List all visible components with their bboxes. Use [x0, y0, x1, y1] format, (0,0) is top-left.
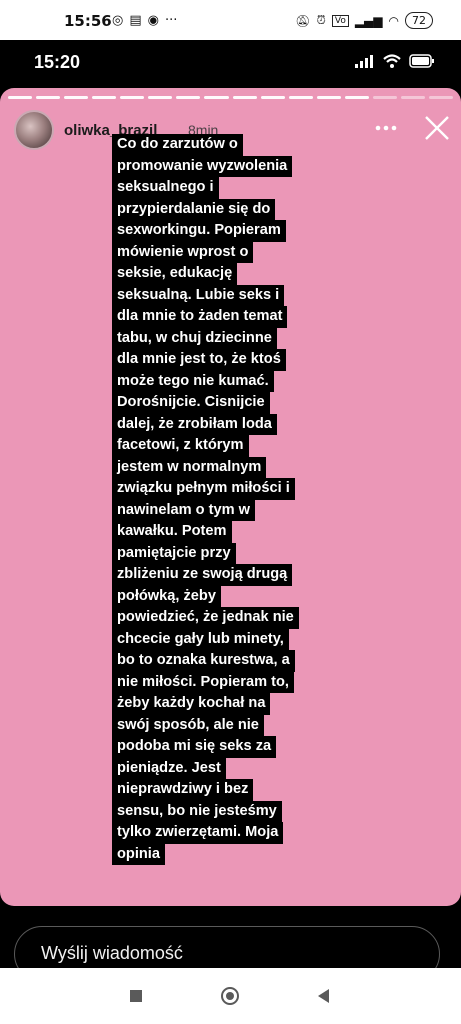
story-text-line: Co do zarzutów o: [112, 134, 243, 156]
progress-segment: [92, 96, 117, 99]
progress-segment: [232, 96, 257, 99]
more-notifications-icon: ···: [164, 13, 178, 28]
progress-segment: [400, 96, 425, 99]
story-text-line: sexworkingu. Popieram: [112, 220, 286, 242]
story-viewer: 15:20 oliwka_brazil 8min Co do zarzutów …: [0, 40, 461, 982]
progress-segment: [176, 96, 201, 99]
story-text-line: nieprawdziwy i bez: [112, 779, 254, 801]
story-text-line: połówką, żeby: [112, 585, 221, 607]
story-progress-bar: [8, 96, 453, 99]
story-text-line: dla mnie jest to, że ktoś: [112, 349, 286, 371]
story-text-line: pamiętajcie przy: [112, 542, 236, 564]
messenger-icon: ◎: [112, 13, 124, 28]
story-text-line: powiedzieć, że jednak nie: [112, 607, 299, 629]
circle-icon[interactable]: [221, 987, 239, 1005]
battery-icon: [409, 54, 434, 68]
cell-signal-icon: ▂▄▆: [354, 13, 383, 28]
story-text-line: pieniądze. Jest: [112, 757, 226, 779]
story-text-line: nawinelam o tym w: [112, 499, 255, 521]
story-text-line: kawałku. Potem: [112, 521, 232, 543]
story-text-line: bo to oznaka kurestwa, a: [112, 650, 295, 672]
progress-segment: [120, 96, 145, 99]
reply-placeholder: Wyślij wiadomość: [41, 943, 183, 963]
progress-segment: [372, 96, 397, 99]
story-text-line: chcecie gały lub minety,: [112, 628, 289, 650]
volte-icon: Vo: [331, 14, 349, 27]
battery-icon: 72: [405, 12, 433, 29]
progress-segment: [316, 96, 341, 99]
story-text-line: tabu, w chuj dziecinne: [112, 327, 277, 349]
wifi-icon: [383, 54, 401, 68]
alarm-icon: ⏰︎: [316, 13, 326, 27]
story-text-line: nie miłości. Popieram to,: [112, 671, 294, 693]
progress-segment: [8, 96, 33, 99]
story-text-line: zbliżeniu ze swoją drugą: [112, 564, 293, 586]
cell-signal-icon: [355, 55, 373, 68]
story-text-line: opinia: [112, 843, 165, 865]
wifi-icon: ◠: [388, 13, 399, 28]
story-text-line: może tego nie kumać.: [112, 370, 274, 392]
story-text-line: tylko zwierzętami. Moja: [112, 822, 284, 844]
progress-segment: [148, 96, 173, 99]
story-text-line: seksualnego i: [112, 177, 219, 199]
story-text-line: żeby każdy kochał na: [112, 693, 271, 715]
notification-icons: ◎ ▤ ◉ ···: [112, 13, 177, 28]
close-icon[interactable]: [423, 114, 451, 142]
progress-segment: [64, 96, 89, 99]
story-text-line: seksualną. Lubie seks i: [112, 284, 285, 306]
progress-segment: [36, 96, 61, 99]
story-text-line: dla mnie to żaden temat: [112, 306, 288, 328]
progress-segment: [288, 96, 313, 99]
story-text-line: Dorośnijcie. Cisnijcie: [112, 392, 270, 414]
story-text-line: promowanie wyzwolenia: [112, 155, 293, 177]
story-text-line: jestem w normalnym: [112, 456, 267, 478]
system-indicators: 🔕︎ ⏰︎ Vo ▂▄▆ ◠ 72: [295, 12, 433, 29]
story-text: Co do zarzutów o promowanie wyzwolenia sek…: [112, 134, 344, 865]
progress-segment: [204, 96, 229, 99]
triangle-back-icon[interactable]: [318, 989, 329, 1003]
more-horizontal-icon[interactable]: [372, 118, 400, 138]
system-status-bar: 15:56 ◎ ▤ ◉ ··· 🔕︎ ⏰︎ Vo ▂▄▆ ◠ 72: [0, 0, 461, 40]
progress-segment: [344, 96, 369, 99]
progress-segment: [260, 96, 285, 99]
story-card[interactable]: oliwka_brazil 8min Co do zarzutów o promo…: [0, 88, 461, 906]
avatar[interactable]: [14, 110, 54, 150]
story-text-line: facetowi, z którym: [112, 435, 249, 457]
story-text-line: sensu, bo nie jesteśmy: [112, 800, 282, 822]
story-text-line: przypierdalanie się do: [112, 198, 276, 220]
story-text-line: podoba mi się seks za: [112, 736, 277, 758]
story-text-line: mówienie wprost o: [112, 241, 254, 263]
navigation-bar: [0, 968, 461, 1024]
inner-indicators: [355, 54, 435, 68]
story-text-line: dalej, że zrobiłam loda: [112, 413, 277, 435]
mute-icon: 🔕︎: [295, 13, 311, 28]
story-text-line: seksie, edukację: [112, 263, 238, 285]
progress-segment: [428, 96, 453, 99]
message-icon: ▤: [129, 13, 142, 28]
system-clock: 15:56: [64, 12, 112, 30]
story-text-line: związku pełnym miłości i: [112, 478, 295, 500]
inner-status-bar: 15:20: [0, 40, 461, 90]
inner-clock: 15:20: [34, 52, 81, 72]
square-icon[interactable]: [130, 990, 142, 1002]
story-text-line: swój sposób, ale nie: [112, 714, 264, 736]
whatsapp-icon: ◉: [147, 13, 159, 28]
